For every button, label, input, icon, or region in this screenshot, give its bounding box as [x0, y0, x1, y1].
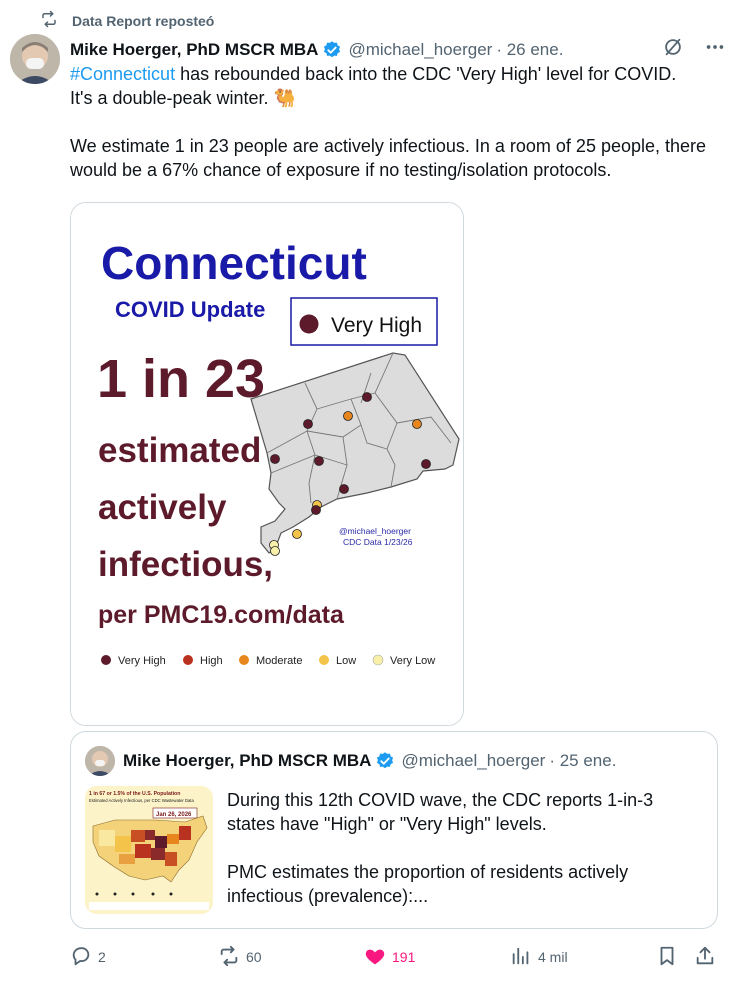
infographic-line1: estimated	[98, 431, 261, 470]
verified-icon	[322, 40, 342, 60]
grok-icon[interactable]	[662, 36, 684, 63]
legend-label-3: Low	[336, 655, 356, 667]
quoted-header: Mike Hoerger, PhD MSCR MBA @michael_hoer…	[85, 746, 616, 776]
action-bar: 2 60 191 4 mil	[70, 942, 720, 972]
legend-label-0: Very High	[118, 655, 166, 667]
post-line1: has rebounded back into the CDC 'Very Hi…	[175, 64, 677, 84]
views-count: 4 mil	[538, 949, 568, 965]
author-name[interactable]: Mike Hoerger, PhD MSCR MBA	[70, 40, 318, 60]
infographic-subtitle: COVID Update	[115, 297, 265, 322]
like-button[interactable]: 191	[364, 945, 415, 970]
repost-indicator[interactable]: Data Report reposteó	[40, 10, 214, 31]
repost-button[interactable]: 60	[218, 945, 262, 970]
repost-icon	[40, 10, 58, 31]
author-handle[interactable]: @michael_hoerger	[348, 40, 492, 60]
quoted-author-name: Mike Hoerger, PhD MSCR MBA	[123, 751, 372, 770]
thumb-title2: Estimated Actively Infectious, per CDC W…	[89, 798, 194, 803]
verified-icon	[375, 751, 395, 771]
avatar[interactable]	[10, 34, 60, 84]
quoted-avatar	[85, 746, 115, 776]
hashtag-link[interactable]: #Connecticut	[70, 64, 175, 84]
reply-button[interactable]: 2	[70, 945, 106, 970]
quoted-thumbnail: 1 in 67 or 1.5% of the U.S. Population E…	[85, 786, 213, 914]
share-icon	[694, 945, 716, 970]
post-paragraph: We estimate 1 in 23 people are actively …	[70, 136, 707, 180]
like-count: 191	[392, 949, 416, 965]
repost-label: Data Report reposteó	[72, 12, 215, 29]
legend-label-2: Moderate	[256, 655, 302, 667]
infographic-source: per PMC19.com/data	[98, 601, 345, 629]
heart-icon	[364, 945, 386, 970]
more-icon[interactable]	[704, 36, 726, 63]
infographic-credit1: @michael_hoerger	[339, 526, 411, 536]
bookmark-button[interactable]	[656, 945, 678, 970]
post-text: #Connecticut has rebounded back into the…	[70, 62, 730, 206]
infographic-state: Connecticut	[101, 237, 367, 289]
post-image[interactable]: Connecticut COVID Update Very High @mich…	[70, 202, 464, 726]
legend-very-high-dot	[299, 314, 319, 334]
legend-label-1: High	[200, 655, 223, 667]
thumb-title1: 1 in 67 or 1.5% of the U.S. Population	[89, 791, 180, 797]
quoted-text: During this 12th COVID wave, the CDC rep…	[227, 788, 697, 932]
quoted-paragraph2: PMC estimates the proportion of resident…	[227, 862, 629, 906]
quoted-post[interactable]: Mike Hoerger, PhD MSCR MBA @michael_hoer…	[70, 731, 718, 929]
legend-top-label: Very High	[331, 314, 422, 337]
legend-label-4: Very Low	[390, 655, 435, 667]
infographic-line3: infectious,	[98, 545, 273, 584]
quoted-paragraph1: During this 12th COVID wave, the CDC rep…	[227, 790, 654, 834]
connecticut-infographic: Connecticut COVID Update Very High @mich…	[71, 203, 463, 725]
quoted-handle: @michael_hoerger	[401, 751, 546, 770]
share-button[interactable]	[694, 945, 716, 970]
reply-count: 2	[98, 949, 106, 965]
post-header: Mike Hoerger, PhD MSCR MBA @michael_hoer…	[70, 36, 726, 63]
infographic-credit2: CDC Data 1/23/26	[343, 537, 413, 547]
views-button[interactable]: 4 mil	[510, 945, 568, 970]
views-icon	[510, 945, 532, 970]
repost-icon	[218, 945, 240, 970]
thumb-date: Jan 26, 2026	[156, 812, 192, 818]
bookmark-icon	[656, 945, 678, 970]
post-line2: It's a double-peak winter. 🐫	[70, 88, 296, 108]
infographic-ratio: 1 in 23	[97, 349, 265, 409]
quoted-date: · 25 ene.	[549, 751, 617, 770]
reply-icon	[70, 945, 92, 970]
infographic-line2: actively	[98, 488, 227, 527]
post-date[interactable]: · 26 ene.	[496, 40, 563, 60]
repost-count: 60	[246, 949, 262, 965]
